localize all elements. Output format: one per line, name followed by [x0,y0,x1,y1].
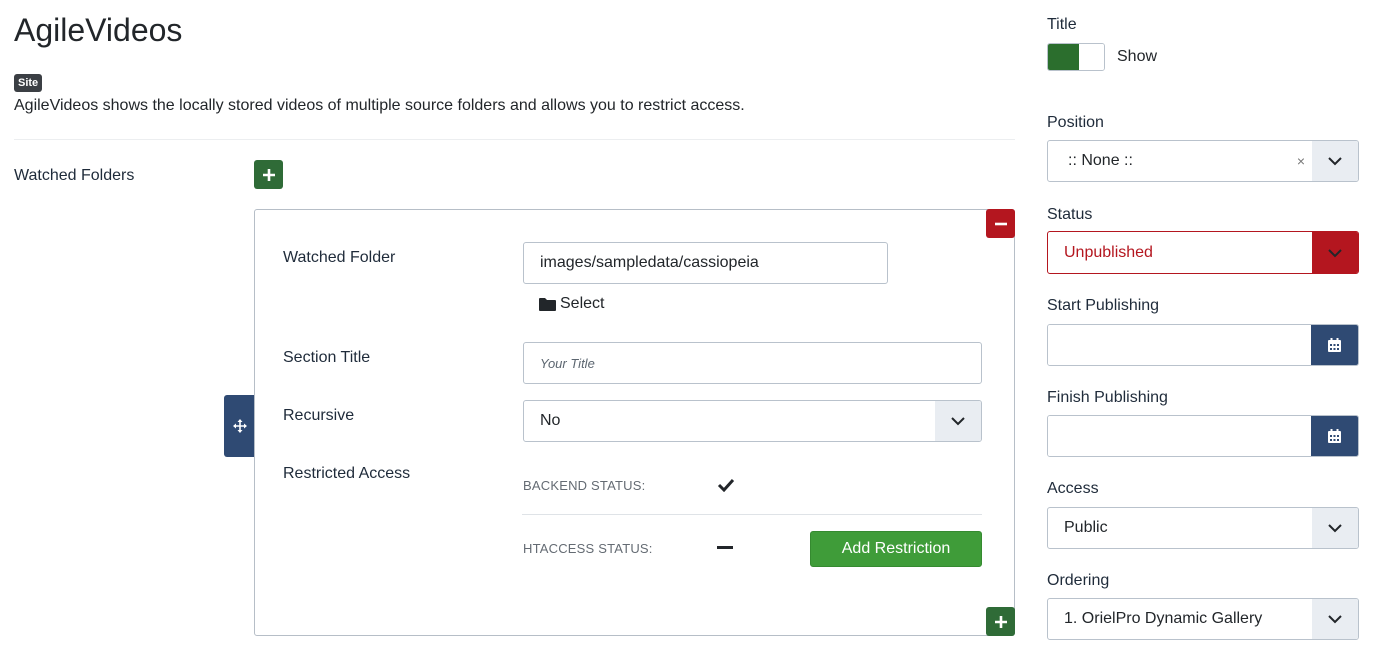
status-value: Unpublished [1064,243,1153,261]
chevron-down-icon [1312,599,1358,639]
access-select[interactable]: Public [1047,507,1359,549]
position-select[interactable]: :: None :: × [1047,140,1359,182]
chevron-down-icon [935,401,981,441]
restricted-access-label: Restricted Access [283,465,411,482]
calendar-icon[interactable] [1311,416,1358,456]
recursive-value: No [540,412,561,429]
title-toggle-label: Show [1117,48,1158,65]
chevron-down-icon [1312,232,1358,273]
position-value: :: None :: [1068,152,1133,169]
title-show-toggle[interactable] [1047,43,1105,71]
ordering-label: Ordering [1047,572,1110,589]
dash-icon [717,546,733,549]
start-publishing-label: Start Publishing [1047,297,1160,314]
recursive-label: Recursive [283,407,355,424]
start-publishing-input[interactable] [1048,325,1311,365]
section-title-input[interactable]: Your Title [523,342,982,384]
watched-folders-label: Watched Folders [14,167,135,184]
recursive-select[interactable]: No [523,400,982,442]
status-label: Status [1047,206,1093,223]
page-title: AgileVideos [14,12,183,48]
toggle-off [1079,44,1104,70]
chevron-down-icon [1312,508,1358,548]
calendar-icon[interactable] [1311,325,1358,365]
module-description: AgileVideos shows the locally stored vid… [14,97,745,114]
clear-icon[interactable]: × [1290,141,1312,181]
finish-publishing-field[interactable] [1047,415,1359,457]
chevron-down-icon [1312,141,1358,181]
title-label: Title [1047,16,1077,33]
access-value: Public [1064,519,1108,536]
section-title-label: Section Title [283,349,371,366]
ordering-value: 1. OrielPro Dynamic Gallery [1064,610,1263,627]
check-icon [717,478,735,492]
move-icon [232,419,247,433]
minus-icon [994,222,1007,225]
access-label: Access [1047,480,1099,497]
site-badge: Site [14,74,43,92]
watched-folder-input[interactable]: images/sampledata/cassiopeia [523,242,888,284]
divider [14,139,1015,140]
select-folder-button[interactable]: Select [539,295,604,313]
ordering-select[interactable]: 1. OrielPro Dynamic Gallery [1047,598,1359,640]
plus-icon [262,168,275,181]
drag-handle[interactable] [224,395,255,457]
add-restriction-button[interactable]: Add Restriction [810,531,982,567]
status-select[interactable]: Unpublished [1047,231,1359,274]
finish-publishing-input[interactable] [1048,416,1311,456]
select-folder-label: Select [560,295,605,312]
status-divider [522,514,982,515]
finish-publishing-label: Finish Publishing [1047,389,1168,406]
htaccess-status-label: HTACCESS STATUS: [523,541,653,556]
watched-folder-label: Watched Folder [283,249,396,266]
toggle-on [1048,44,1079,70]
position-label: Position [1047,114,1104,131]
add-folder-below-button[interactable] [986,607,1015,636]
backend-status-label: BACKEND STATUS: [523,478,646,493]
plus-icon [994,615,1007,628]
remove-folder-button[interactable] [986,209,1015,238]
start-publishing-field[interactable] [1047,324,1359,366]
add-folder-button[interactable] [254,160,283,189]
folder-icon [539,298,556,311]
